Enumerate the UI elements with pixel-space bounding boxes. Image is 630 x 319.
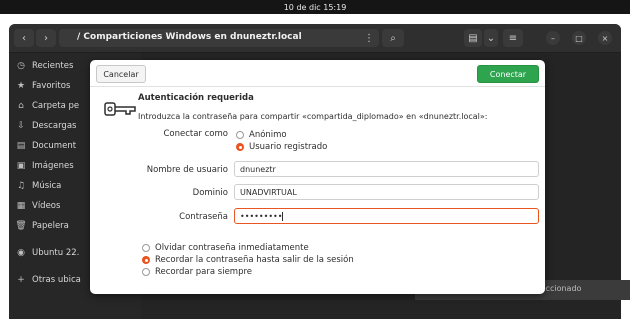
- sidebar-item-label: Vídeos: [32, 201, 61, 211]
- clock-icon: ◷: [17, 61, 25, 71]
- hamburger-icon: ≡: [508, 32, 518, 44]
- trash-icon: 🗑: [15, 221, 27, 231]
- search-icon: ⌕: [390, 32, 396, 44]
- back-icon: ‹: [22, 32, 26, 44]
- music-icon: ♫: [16, 181, 26, 191]
- disc-icon: ◉: [17, 248, 25, 258]
- dialog-message: Introduzca la contraseña para compartir …: [138, 112, 488, 121]
- sidebar-item-label: Ubuntu 22.: [32, 248, 80, 258]
- view-toggle-button[interactable]: ▤: [464, 29, 482, 47]
- cancel-button[interactable]: Cancelar: [96, 65, 146, 83]
- sidebar-item-label: Descargas: [32, 121, 77, 131]
- radio-selected-icon: [142, 256, 150, 264]
- document-icon: ▤: [16, 141, 26, 151]
- plus-icon: +: [17, 275, 25, 285]
- image-icon: ▣: [16, 161, 26, 171]
- forward-button[interactable]: ›: [36, 29, 56, 47]
- radio-selected-icon: [236, 143, 244, 151]
- username-label: Nombre de usuario: [146, 165, 228, 175]
- radio-label: Anónimo: [249, 130, 287, 140]
- radio-remember-session[interactable]: Recordar la contraseña hasta salir de la…: [142, 255, 354, 265]
- domain-field[interactable]: UNADVIRTUAL: [234, 184, 539, 200]
- close-icon: ×: [601, 33, 609, 43]
- minimize-button[interactable]: –: [546, 31, 560, 45]
- connect-button[interactable]: Conectar: [477, 65, 539, 83]
- sidebar-item-label: Document: [32, 141, 77, 151]
- search-button[interactable]: ⌕: [382, 29, 404, 47]
- radio-anonymous[interactable]: Anónimo: [236, 130, 287, 140]
- view-options-button[interactable]: ⌄: [484, 29, 498, 47]
- path-label: / Comparticiones Windows en dnuneztr.loc…: [77, 32, 302, 42]
- radio-label: Olvidar contraseña inmediatamente: [155, 243, 309, 253]
- path-menu-button[interactable]: ⋮: [361, 29, 377, 47]
- sidebar-item-label: Imágenes: [32, 161, 74, 171]
- password-mask: •••••••••: [240, 212, 283, 221]
- password-label: Contraseña: [179, 212, 228, 222]
- authentication-dialog: Cancelar Conectar Autenticación requerid…: [90, 60, 545, 294]
- sidebar-item-label: Papelera: [32, 221, 69, 231]
- sidebar-item-label: Carpeta pe: [32, 101, 80, 111]
- sidebar-item-label: Favoritos: [32, 81, 71, 91]
- minimize-icon: –: [551, 33, 555, 43]
- radio-forget-password[interactable]: Olvidar contraseña inmediatamente: [142, 243, 309, 253]
- password-field[interactable]: •••••••••: [234, 208, 539, 224]
- text-cursor: [282, 212, 284, 221]
- back-button[interactable]: ‹: [14, 29, 34, 47]
- username-field[interactable]: dnuneztr: [234, 161, 539, 177]
- star-icon: ★: [16, 81, 26, 91]
- dialog-title: Autenticación requerida: [138, 93, 254, 103]
- radio-remember-forever[interactable]: Recordar para siempre: [142, 267, 252, 277]
- domain-label: Dominio: [192, 188, 228, 198]
- sidebar-item-label: Recientes: [32, 61, 74, 71]
- download-icon: ⇩: [17, 121, 25, 131]
- radio-label: Recordar la contraseña hasta salir de la…: [155, 255, 354, 265]
- radio-unselected-icon: [142, 268, 150, 276]
- menu-icon: ⋮: [364, 32, 374, 44]
- chevron-down-icon: ⌄: [486, 32, 496, 44]
- video-icon: ▦: [16, 201, 26, 211]
- radio-label: Recordar para siempre: [155, 267, 253, 277]
- radio-label: Usuario registrado: [249, 142, 328, 152]
- connect-as-label: Conectar como: [163, 129, 228, 139]
- radio-unselected-icon: [236, 131, 244, 139]
- list-view-icon: ▤: [468, 32, 478, 44]
- maximize-icon: □: [575, 33, 583, 43]
- key-icon: [104, 102, 136, 116]
- main-menu-button[interactable]: ≡: [503, 29, 523, 47]
- sidebar-item-label: Otras ubica: [32, 275, 81, 285]
- clock[interactable]: 10 de dic 15:19: [284, 3, 347, 12]
- sidebar-item-label: Música: [32, 181, 62, 191]
- forward-icon: ›: [44, 32, 48, 44]
- dialog-divider: [90, 86, 545, 87]
- top-bar: 10 de dic 15:19: [0, 0, 630, 14]
- header-bar: ‹ › / Comparticiones Windows en dnuneztr…: [9, 24, 621, 53]
- radio-unselected-icon: [142, 244, 150, 252]
- radio-registered-user[interactable]: Usuario registrado: [236, 142, 327, 152]
- close-button[interactable]: ×: [598, 31, 612, 45]
- home-icon: ⌂: [18, 101, 24, 111]
- maximize-button[interactable]: □: [572, 31, 586, 45]
